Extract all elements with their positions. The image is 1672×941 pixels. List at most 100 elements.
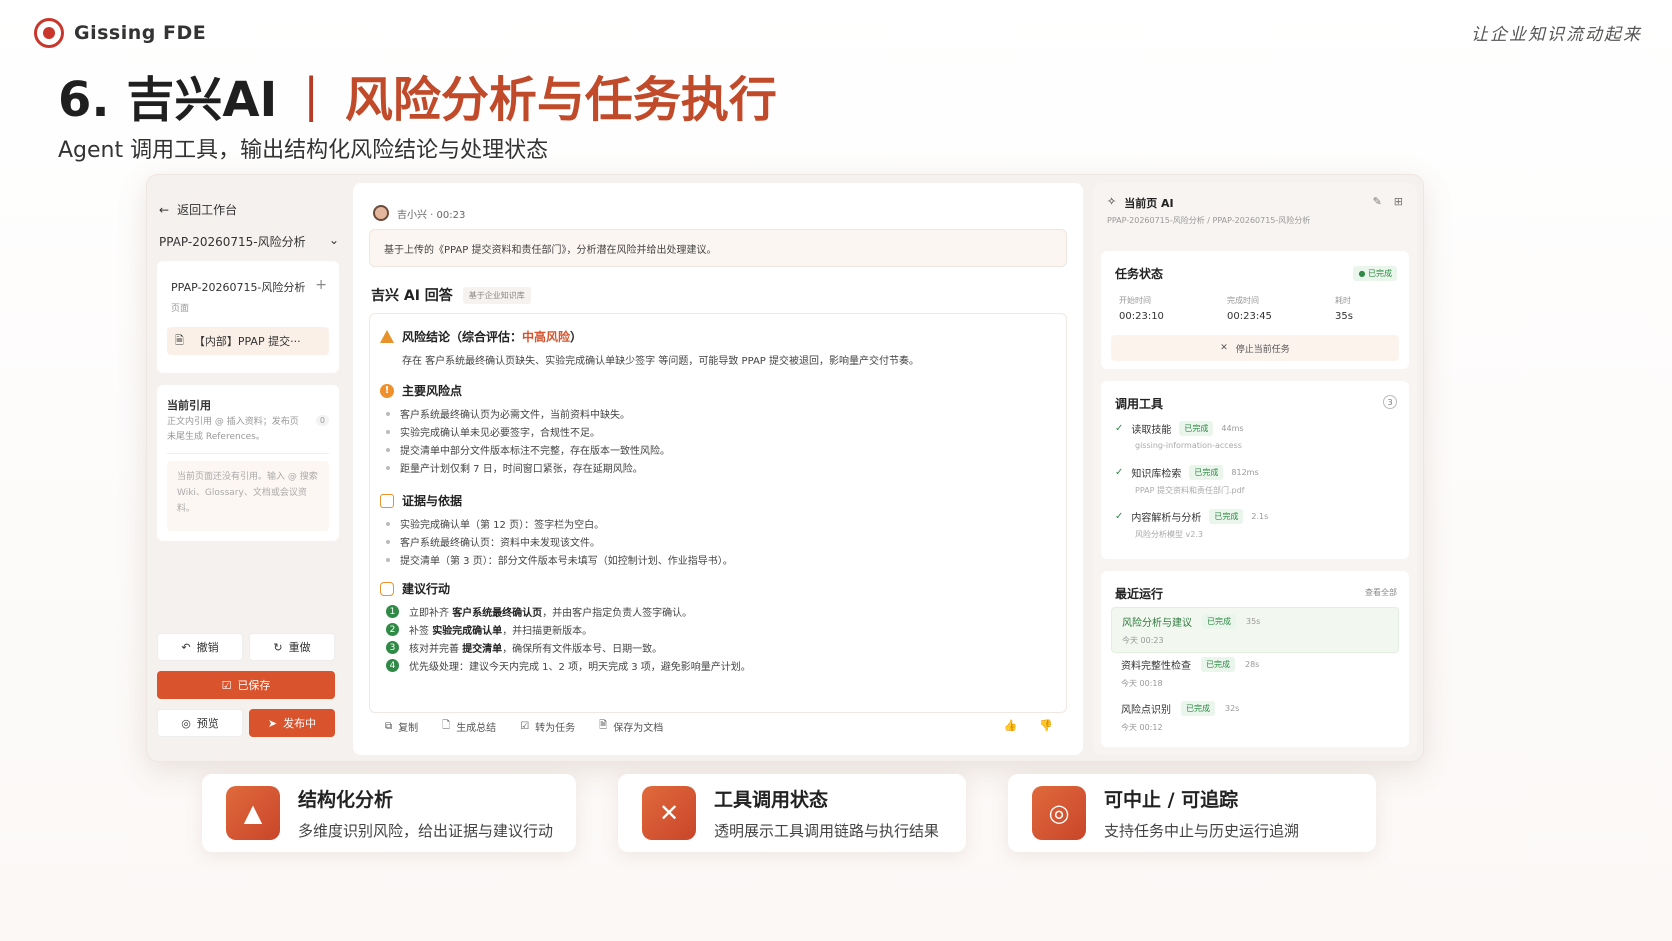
layout-icon[interactable]: ⊞ <box>1394 195 1403 208</box>
risk-level: 中高风险 <box>522 330 571 344</box>
status-badge: 已完成 <box>1209 509 1244 524</box>
slide-subtitle: Agent 调用工具，输出结构化风险结论与处理状态 <box>58 138 549 163</box>
step-pre: 优先级处理：建议今天内完成 1、2 项，明天完成 3 项，避免影响量产计划。 <box>409 662 751 673</box>
thumbs-up-icon[interactable]: 👍 <box>1004 719 1018 732</box>
runs-title: 最近运行 <box>1115 587 1164 601</box>
start-key: 开始时间 <box>1119 296 1151 305</box>
copy-button[interactable]: ⧉ 复制 <box>385 719 418 734</box>
list-item: 距量产计划仅剩 7 日，时间窗口紧张，存在延期风险。 <box>386 460 643 475</box>
step-emphasis: 实验完成确认单 <box>432 626 503 637</box>
run-item[interactable]: 风险分析与建议 已完成 35s 今天 00:23 <box>1111 607 1399 653</box>
feature-desc: 透明展示工具调用链路与执行结果 <box>714 822 940 840</box>
undo-icon: ↶ <box>181 640 191 654</box>
project-name: PPAP-20260715-风险分析 <box>159 235 306 249</box>
check-icon: ✓ <box>1115 467 1124 478</box>
ref-title: 当前引用 <box>167 399 211 412</box>
tools-icon: ✕ <box>642 786 696 840</box>
list-item: 3 核对并完善 提交清单，确保所有文件版本号、日期一致。 <box>386 640 662 655</box>
tagline: 让企业知识流动起来 <box>1471 25 1642 45</box>
undo-label: 撤销 <box>196 641 219 654</box>
tool-item[interactable]: ✓ 读取技能 已完成 44ms gissing-information-access <box>1115 421 1244 450</box>
feature-card: ▲ 结构化分析 多维度识别风险，给出证据与建议行动 <box>202 774 576 852</box>
run-name: 风险点识别 <box>1121 705 1171 716</box>
end-time: 完成时间 00:23:45 <box>1227 295 1272 322</box>
run-item[interactable]: 风险点识别 已完成 32s 今天 00:12 <box>1111 695 1399 739</box>
brand-logo-icon <box>34 18 64 48</box>
tool-duration: 812ms <box>1231 468 1259 477</box>
risks-label: 主要风险点 <box>402 384 463 398</box>
tool-item[interactable]: ✓ 内容解析与分析 已完成 2.1s 风险分析模型 v2.3 <box>1115 509 1268 540</box>
start-value: 00:23:10 <box>1119 311 1164 322</box>
user-meta: 吉小兴 · 00:23 <box>397 209 466 221</box>
redo-button[interactable]: ↻ 重做 <box>249 633 335 661</box>
answer-actions: ⧉ 复制 🗋 生成总结 ☑ 转为任务 🗎 保存为文档 <box>369 713 1067 739</box>
list-item: 提交清单中部分文件版本标注不完整，存在版本一致性风险。 <box>386 442 670 457</box>
saved-button[interactable]: ☑ 已保存 <box>157 671 335 699</box>
task-title: 任务状态 <box>1115 267 1164 281</box>
step-pre: 立即补齐 <box>409 608 453 619</box>
slide-title: 6. 吉兴AI | 风险分析与任务执行 <box>58 60 777 130</box>
save-doc-button[interactable]: 🗎 保存为文档 <box>599 718 663 735</box>
chat-panel: 吉小兴 · 00:23 基于上传的《PPAP 提交资料和责任部门》，分析潜在风险… <box>353 183 1083 755</box>
feature-desc: 支持任务中止与历史运行追溯 <box>1104 822 1300 840</box>
summary-label: 生成总结 <box>456 722 497 734</box>
status-badge: 已完成 <box>1201 657 1235 672</box>
preview-button[interactable]: ◎ 预览 <box>157 709 243 737</box>
evidence-label: 证据与依据 <box>402 494 463 508</box>
publish-button[interactable]: ➤ 发布中 <box>249 709 335 737</box>
run-duration: 32s <box>1225 704 1240 713</box>
doc-item[interactable]: 🗎 【内部】PPAP 提交··· <box>167 327 329 355</box>
arrow-left-icon: ← <box>159 202 170 217</box>
back-label: 返回工作台 <box>177 203 238 217</box>
risks-title: ! 主要风险点 <box>380 382 462 399</box>
undo-button[interactable]: ↶ 撤销 <box>157 633 243 661</box>
check-icon: ✓ <box>1115 423 1124 434</box>
document-icon: 🗎 <box>175 333 184 347</box>
view-all-link[interactable]: 查看全部 <box>1365 587 1397 598</box>
status-badge: 已完成 <box>1202 614 1236 629</box>
project-select[interactable]: PPAP-20260715-风险分析 ⌄ <box>159 233 339 250</box>
run-time: 今天 00:12 <box>1121 723 1163 732</box>
run-item[interactable]: 资料完整性检查 已完成 28s 今天 00:18 <box>1111 651 1399 695</box>
actions-label: 建议行动 <box>402 582 451 596</box>
thumbs-down-icon[interactable]: 👎 <box>1039 719 1053 732</box>
app-window: ← 返回工作台 PPAP-20260715-风险分析 ⌄ PPAP-202607… <box>146 174 1424 762</box>
list-item: 2 补签 实验完成确认单，并扫描更新版本。 <box>386 622 592 637</box>
bullet-icon <box>386 429 390 434</box>
summary-button[interactable]: 🗋 生成总结 <box>442 718 496 735</box>
save-doc-icon: 🗎 <box>599 719 608 731</box>
doc-label: 【内部】PPAP 提交··· <box>193 335 301 348</box>
status-badge: 已完成 <box>1189 465 1224 480</box>
duration: 耗时 35s <box>1335 295 1353 322</box>
risk-text: 距量产计划仅剩 7 日，时间窗口紧张，存在延期风险。 <box>400 464 643 475</box>
tool-item[interactable]: ✓ 知识库检索 已完成 812ms PPAP 提交资料和责任部门.pdf <box>1115 465 1259 496</box>
ai-answer: 风险结论（综合评估：中高风险） 存在 客户系统最终确认页缺失、实验完成确认单缺少… <box>369 313 1067 713</box>
user-message: 基于上传的《PPAP 提交资料和责任部门》，分析潜在风险并给出处理建议。 <box>369 229 1067 267</box>
list-item: 实验完成确认单未见必要签字，合规性不足。 <box>386 424 600 439</box>
step-number: 2 <box>386 623 399 636</box>
list-item: 提交清单（第 3 页）：部分文件版本号未填写（如控制计划、作业指导书）。 <box>386 552 733 567</box>
task-status-card: 任务状态 ● 已完成 开始时间 00:23:10 完成时间 00:23:45 耗时 3… <box>1101 251 1409 369</box>
task-icon: ☑ <box>520 720 530 732</box>
tool-detail: gissing-information-access <box>1135 441 1242 450</box>
evidence-text: 实验完成确认单（第 12 页）：签字栏为空白。 <box>400 520 605 531</box>
kb-tag: 基于企业知识库 <box>462 286 531 304</box>
page-name[interactable]: PPAP-20260715-风险分析 <box>171 279 305 295</box>
to-task-button[interactable]: ☑ 转为任务 <box>520 719 575 734</box>
stop-task-button[interactable]: ✕ 停止当前任务 <box>1111 335 1399 361</box>
step-pre: 补签 <box>409 626 433 637</box>
evidence-text: 提交清单（第 3 页）：部分文件版本号未填写（如控制计划、作业指导书）。 <box>400 556 733 567</box>
edit-icon[interactable]: ✎ <box>1373 195 1382 208</box>
tool-detail: PPAP 提交资料和责任部门.pdf <box>1135 486 1245 495</box>
close-icon: ✕ <box>1220 343 1228 353</box>
warning-icon <box>380 330 394 343</box>
chevron-down-icon: ⌄ <box>328 233 339 247</box>
reference-card: 当前引用 正文内引用 @ 插入资料；发布页未尾生成 References。 0 … <box>157 385 339 541</box>
step-post: ，并由客户指定负责人签字确认。 <box>542 608 693 619</box>
add-icon[interactable]: + <box>315 277 327 293</box>
run-duration: 28s <box>1245 660 1260 669</box>
back-to-workbench[interactable]: ← 返回工作台 <box>159 201 237 218</box>
bullet-icon <box>386 411 390 416</box>
ai-answer-header: 吉兴 AI 回答 基于企业知识库 <box>371 285 531 305</box>
bullet-icon <box>386 521 390 526</box>
